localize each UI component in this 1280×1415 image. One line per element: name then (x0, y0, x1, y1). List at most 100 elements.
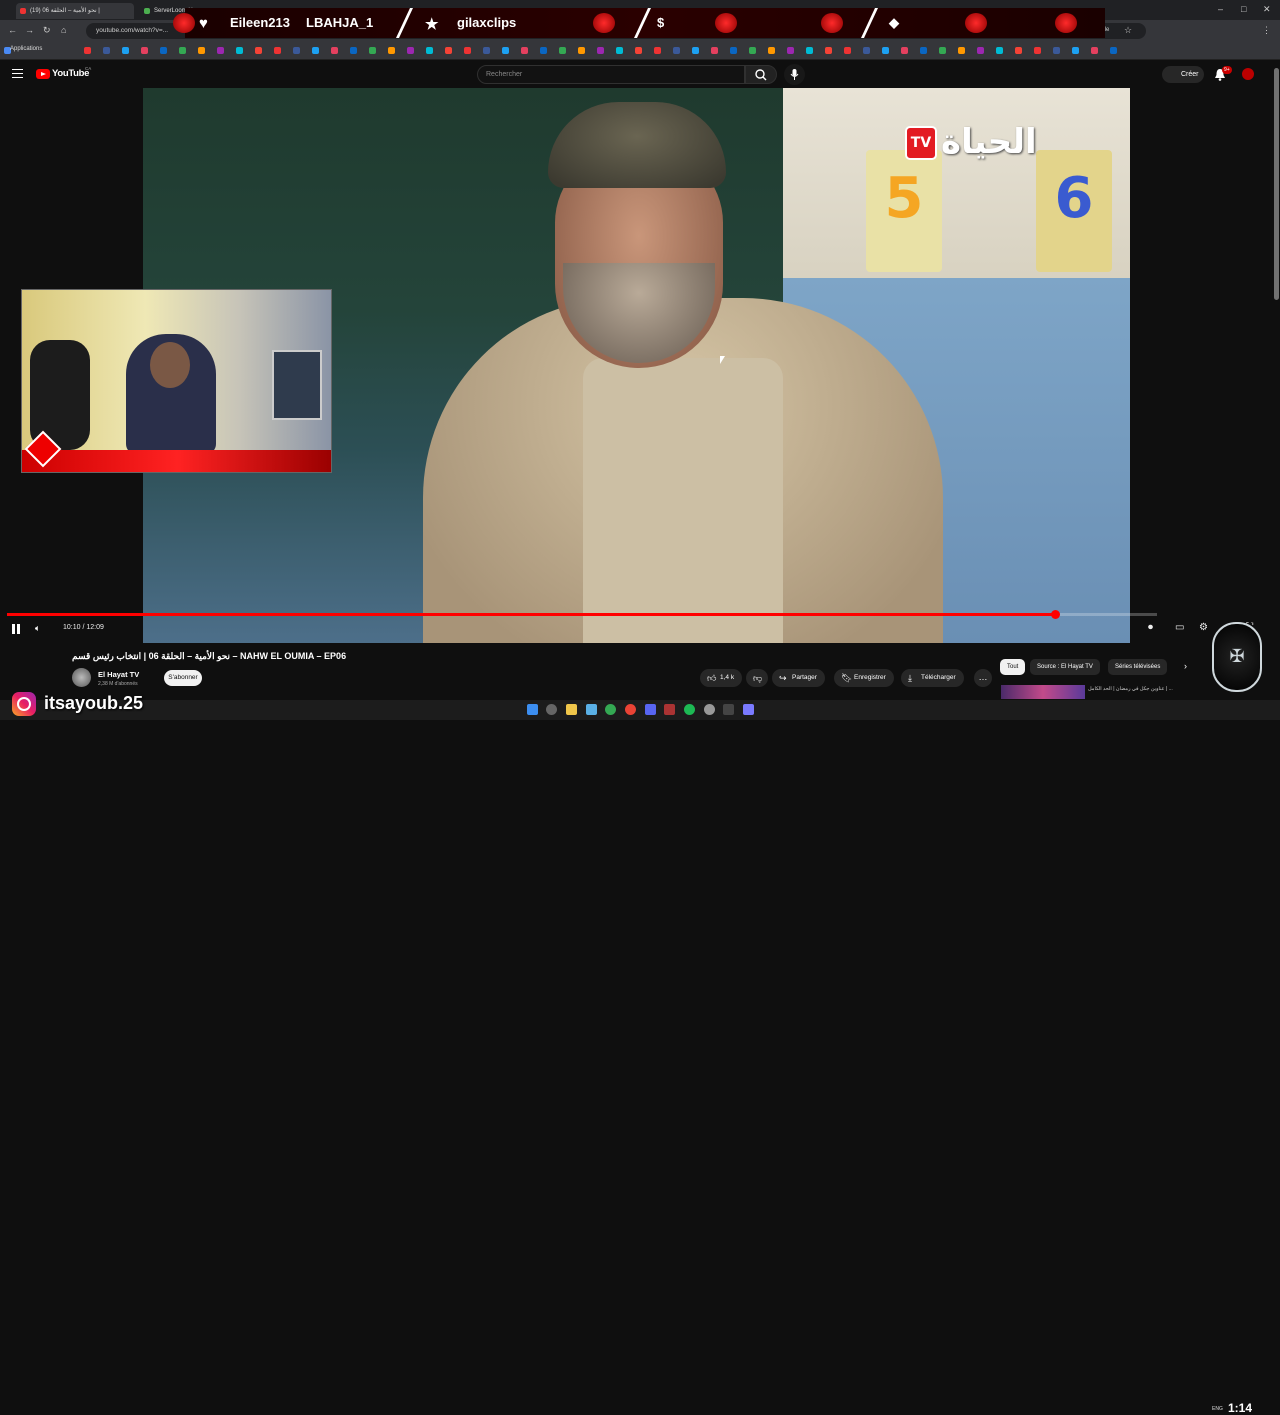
youtube-logo-icon[interactable] (36, 69, 50, 79)
app-icon[interactable] (743, 704, 754, 715)
scrollbar-thumb[interactable] (1274, 68, 1279, 300)
bookmark-favicon-icon[interactable] (1015, 47, 1022, 54)
bookmark-favicon-icon[interactable] (787, 47, 794, 54)
start-icon[interactable] (527, 704, 538, 715)
bookmark-favicon-icon[interactable] (255, 47, 262, 54)
spotify-icon[interactable] (684, 704, 695, 715)
bookmark-favicon-icon[interactable] (882, 47, 889, 54)
discord-icon[interactable] (645, 704, 656, 715)
bookmark-favicon-icon[interactable] (635, 47, 642, 54)
subscribe-button[interactable]: S'abonner (164, 670, 202, 686)
autoplay-toggle-icon[interactable]: ⏺ (1148, 622, 1153, 633)
seek-bar[interactable] (7, 610, 1157, 619)
bookmark-favicon-icon[interactable] (350, 47, 357, 54)
chip-tv-series[interactable]: Séries télévisées (1108, 659, 1168, 675)
chevron-right-icon[interactable]: › (1184, 661, 1187, 671)
bookmark-star-icon[interactable]: ☆ (1124, 25, 1132, 36)
bookmark-favicon-icon[interactable] (464, 47, 471, 54)
bookmark-favicon-icon[interactable] (407, 47, 414, 54)
bookmark-favicon-icon[interactable] (920, 47, 927, 54)
bookmark-favicon-icon[interactable] (217, 47, 224, 54)
bookmark-favicon-icon[interactable] (312, 47, 319, 54)
obs-icon[interactable] (704, 704, 715, 715)
account-avatar[interactable] (1242, 68, 1254, 80)
minimize-icon[interactable]: – (1218, 4, 1223, 14)
voice-search-button[interactable] (784, 64, 805, 85)
file-explorer-icon[interactable] (566, 704, 577, 715)
bookmark-favicon-icon[interactable] (1072, 47, 1079, 54)
settings-gear-icon[interactable]: ⚙ (1199, 622, 1208, 633)
bookmark-favicon-icon[interactable] (84, 47, 91, 54)
search-input[interactable]: Rechercher (477, 65, 745, 84)
create-button[interactable]: Créer (1162, 66, 1204, 83)
guide-menu-icon[interactable] (12, 69, 23, 78)
channel-name[interactable]: El Hayat TV (98, 670, 139, 679)
search-button[interactable] (745, 65, 777, 84)
bookmark-favicon-icon[interactable] (559, 47, 566, 54)
bookmark-favicon-icon[interactable] (483, 47, 490, 54)
chip-source[interactable]: Source : El Hayat TV (1030, 659, 1100, 675)
bookmark-favicon-icon[interactable] (445, 47, 452, 54)
bookmark-favicon-icon[interactable] (1053, 47, 1060, 54)
bookmark-favicon-icon[interactable] (540, 47, 547, 54)
bookmark-favicon-icon[interactable] (958, 47, 965, 54)
bookmark-favicon-icon[interactable] (160, 47, 167, 54)
bookmark-favicon-icon[interactable] (122, 47, 129, 54)
bookmark-favicon-icon[interactable] (597, 47, 604, 54)
bookmark-favicon-icon[interactable] (768, 47, 775, 54)
video-player[interactable]: 5 6 TV الحياة (0, 88, 1272, 643)
pause-button[interactable] (11, 624, 21, 634)
browser-menu-icon[interactable]: ⋮ (1262, 25, 1271, 36)
bookmark-favicon-icon[interactable] (692, 47, 699, 54)
like-button[interactable]: 👍︎ 1,4 k (700, 669, 742, 687)
bookmark-favicon-icon[interactable] (825, 47, 832, 54)
bookmark-favicon-icon[interactable] (521, 47, 528, 54)
tab-youtube[interactable]: (19) نحو الأمية – الحلقة 06 | (16, 3, 134, 19)
bookmark-favicon-icon[interactable] (654, 47, 661, 54)
bookmark-favicon-icon[interactable] (1091, 47, 1098, 54)
bookmark-favicon-icon[interactable] (331, 47, 338, 54)
bookmark-favicon-icon[interactable] (711, 47, 718, 54)
taskbar-search-icon[interactable] (546, 704, 557, 715)
bookmark-favicon-icon[interactable] (901, 47, 908, 54)
bookmark-favicon-icon[interactable] (502, 47, 509, 54)
bookmark-favicon-icon[interactable] (103, 47, 110, 54)
chrome-icon[interactable] (625, 704, 636, 715)
bookmark-favicon-icon[interactable] (274, 47, 281, 54)
bookmark-favicon-icon[interactable] (844, 47, 851, 54)
bookmark-favicon-icon[interactable] (977, 47, 984, 54)
recommended-video-title[interactable]: عناوين جكل في رمضان | الحد الكامل | ... (1088, 686, 1173, 692)
chip-all[interactable]: Tout (1000, 659, 1026, 675)
apps-label[interactable]: Applications (10, 46, 42, 52)
bookmark-favicon-icon[interactable] (1034, 47, 1041, 54)
bookmark-favicon-icon[interactable] (578, 47, 585, 54)
store-icon[interactable] (586, 704, 597, 715)
close-window-icon[interactable]: ✕ (1263, 4, 1271, 15)
bookmark-favicon-icon[interactable] (939, 47, 946, 54)
reload-icon[interactable]: ↻ (43, 25, 51, 36)
back-icon[interactable]: ← (8, 25, 17, 35)
bookmark-favicon-icon[interactable] (996, 47, 1003, 54)
bookmark-favicon-icon[interactable] (616, 47, 623, 54)
app-icon[interactable] (664, 704, 675, 715)
share-button[interactable]: ↪ Partager (772, 669, 825, 687)
bookmark-favicon-icon[interactable] (369, 47, 376, 54)
bookmark-favicon-icon[interactable] (426, 47, 433, 54)
bookmark-favicon-icon[interactable] (673, 47, 680, 54)
youtube-wordmark[interactable]: YouTube (52, 68, 89, 79)
bookmark-favicon-icon[interactable] (236, 47, 243, 54)
bookmark-favicon-icon[interactable] (749, 47, 756, 54)
channel-avatar[interactable] (72, 668, 91, 687)
maximize-icon[interactable]: □ (1241, 4, 1246, 14)
dislike-button[interactable]: 👎︎ (746, 669, 768, 687)
more-actions-button[interactable]: … (974, 669, 992, 687)
bookmark-favicon-icon[interactable] (863, 47, 870, 54)
volume-icon[interactable]: 🔈︎ (35, 623, 40, 634)
steam-icon[interactable] (723, 704, 734, 715)
recommended-video-thumbnail[interactable] (1001, 685, 1085, 699)
subtitles-icon[interactable]: ▭ (1175, 622, 1184, 633)
bookmark-favicon-icon[interactable] (179, 47, 186, 54)
bookmark-favicon-icon[interactable] (198, 47, 205, 54)
save-button[interactable]: 🔖︎ Enregistrer (834, 669, 894, 687)
bookmark-favicon-icon[interactable] (730, 47, 737, 54)
